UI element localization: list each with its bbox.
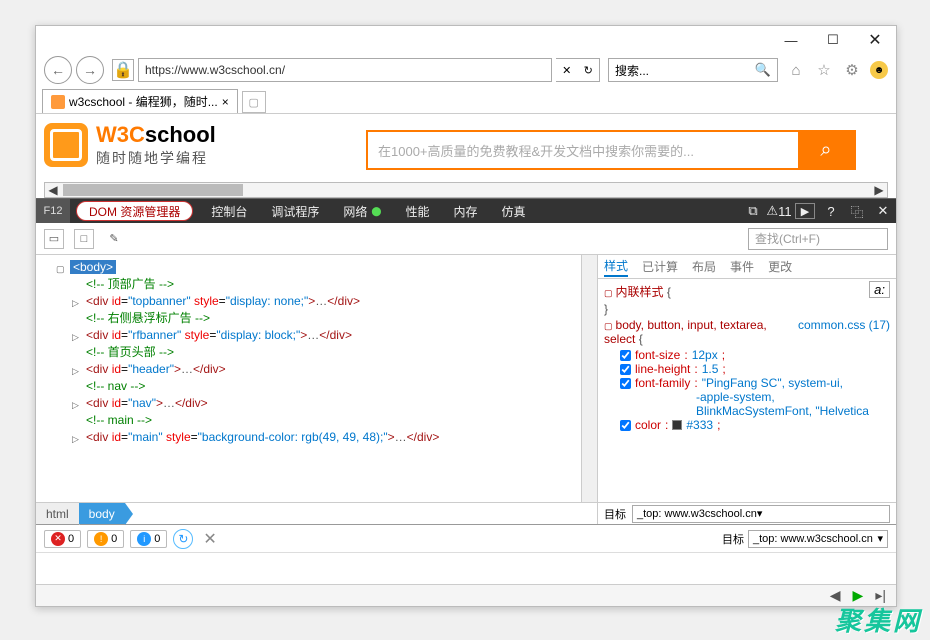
url-controls: ✕ ↻: [556, 58, 600, 82]
select-element-button[interactable]: ▭: [44, 229, 64, 249]
back-button[interactable]: ←: [44, 56, 72, 84]
logo-mark-icon: [44, 123, 88, 167]
favorites-icon[interactable]: ☆: [814, 60, 834, 80]
site-search-input[interactable]: 在1000+高质量的免费教程&开发文档中搜索你需要的...: [368, 132, 798, 168]
browser-search-input[interactable]: 搜索... 🔍: [608, 58, 778, 82]
tab-title: w3cschool - 编程狮，随时...: [69, 93, 218, 110]
browser-window: — ☐ ✕ ← → 🔒 https://www.w3cschool.cn/ ✕ …: [35, 25, 897, 607]
dom-toolbar: ▭ □ ✎ 查找(Ctrl+F): [36, 223, 896, 255]
tab-memory[interactable]: 内存: [441, 199, 489, 223]
devtools: F12 DOM 资源管理器 控制台 调试程序 网络⬤ 性能 内存 仿真 ⧉ ⚠ …: [36, 198, 896, 606]
page-tab[interactable]: w3cschool - 编程狮，随时... ×: [42, 89, 238, 113]
site-search-button[interactable]: ⌕: [798, 132, 854, 168]
dom-scrollbar[interactable]: [581, 255, 597, 502]
console-pane: ✕0 !0 i0 ↻ ✕ 目标 _top: www.w3cschool.cn▾: [36, 524, 896, 584]
search-icon[interactable]: 🔍: [755, 62, 771, 78]
tab-emulation[interactable]: 仿真: [490, 199, 538, 223]
prop-toggle[interactable]: [620, 378, 631, 389]
watermark: 聚集网: [835, 601, 922, 638]
prop-toggle[interactable]: [620, 350, 631, 361]
scroll-left-icon[interactable]: ◀: [45, 183, 61, 197]
tab-close-button[interactable]: ×: [222, 95, 229, 109]
console-toolbar: ✕0 !0 i0 ↻ ✕ 目标 _top: www.w3cschool.cn▾: [36, 525, 896, 553]
forward-button[interactable]: →: [76, 56, 104, 84]
target-label: 目标: [722, 531, 744, 547]
clear-console-button[interactable]: ✕: [203, 529, 216, 549]
scroll-right-icon[interactable]: ▶: [871, 183, 887, 197]
crumb-body[interactable]: body: [79, 503, 125, 524]
crumb-html[interactable]: html: [36, 503, 79, 524]
breadcrumb: html body: [36, 502, 597, 524]
tab-styles[interactable]: 样式: [604, 257, 628, 277]
scroll-thumb[interactable]: [63, 184, 243, 196]
site-logo[interactable]: W3Cschool 随时随地学编程: [44, 122, 216, 168]
help-button[interactable]: ?: [818, 199, 844, 223]
prop-toggle[interactable]: [620, 420, 631, 431]
css-file-link[interactable]: common.css (17): [798, 318, 890, 332]
tab-layout[interactable]: 布局: [692, 258, 716, 275]
devtools-tabs: F12 DOM 资源管理器 控制台 调试程序 网络⬤ 性能 内存 仿真 ⧉ ⚠ …: [36, 199, 896, 223]
style-footer: 目标 _top: www.w3cschool.cn▾: [598, 502, 896, 524]
color-swatch-icon[interactable]: [672, 420, 682, 430]
magnify-icon: ⌕: [820, 139, 831, 162]
devtools-statusbar: ◀ ▶ ▸|: [36, 584, 896, 606]
url-input[interactable]: https://www.w3cschool.cn/: [138, 58, 552, 82]
refresh-icon[interactable]: ↻: [584, 64, 593, 77]
stop-icon[interactable]: ✕: [562, 64, 571, 77]
devtools-close-button[interactable]: ✕: [870, 199, 896, 223]
settings-icon[interactable]: ⚙: [842, 60, 862, 80]
target-label: 目标: [604, 506, 626, 522]
search-placeholder: 搜索...: [615, 62, 649, 79]
find-input[interactable]: 查找(Ctrl+F): [748, 228, 888, 250]
style-rules[interactable]: a: ▢内联样式 { } common.css (17)▢body, butto…: [598, 279, 896, 502]
titlebar: — ☐ ✕: [36, 26, 896, 54]
tab-console[interactable]: 控制台: [199, 199, 259, 223]
screen-icon[interactable]: ⧉: [740, 199, 766, 223]
new-tab-button[interactable]: ▢: [242, 91, 266, 113]
record-icon: ⬤: [371, 206, 381, 217]
highlight-button[interactable]: □: [74, 229, 94, 249]
dom-tree[interactable]: ▢<body> <!-- 顶部广告 --> ▷<div id="topbanne…: [36, 255, 597, 502]
tab-performance[interactable]: 性能: [393, 199, 441, 223]
site-search: 在1000+高质量的免费教程&开发文档中搜索你需要的... ⌕: [366, 130, 856, 170]
tab-dom-explorer[interactable]: DOM 资源管理器: [76, 201, 193, 221]
close-button[interactable]: ✕: [854, 28, 896, 52]
console-output[interactable]: [36, 553, 896, 584]
devtools-main: ▢<body> <!-- 顶部广告 --> ▷<div id="topbanne…: [36, 255, 896, 524]
horizontal-scrollbar[interactable]: ◀ ▶: [44, 182, 888, 198]
logo-text: W3Cschool 随时随地学编程: [96, 122, 216, 168]
f12-badge: F12: [36, 199, 70, 223]
prop-toggle[interactable]: [620, 364, 631, 375]
color-picker-button[interactable]: ✎: [104, 229, 124, 249]
lock-icon: 🔒: [112, 59, 134, 81]
tab-changes[interactable]: 更改: [768, 258, 792, 275]
target-select[interactable]: _top: www.w3cschool.cn▾: [632, 505, 890, 523]
tab-network[interactable]: 网络⬤: [331, 199, 393, 223]
page-viewport: W3Cschool 随时随地学编程 在1000+高质量的免费教程&开发文档中搜索…: [36, 114, 896, 198]
pseudo-toggle[interactable]: a:: [869, 281, 890, 298]
error-count[interactable]: ⚠ 11: [766, 199, 792, 223]
tab-computed[interactable]: 已计算: [642, 258, 678, 275]
style-tabs: 样式 已计算 布局 事件 更改: [598, 255, 896, 279]
console-target-select[interactable]: _top: www.w3cschool.cn▾: [748, 530, 888, 548]
home-icon[interactable]: ⌂: [786, 60, 806, 80]
style-pane: 样式 已计算 布局 事件 更改 a: ▢内联样式 { } common.css …: [598, 255, 896, 524]
minimize-button[interactable]: —: [770, 28, 812, 52]
tab-events[interactable]: 事件: [730, 258, 754, 275]
preserve-log-button[interactable]: ↻: [173, 529, 193, 549]
address-bar: ← → 🔒 https://www.w3cschool.cn/ ✕ ↻ 搜索..…: [36, 54, 896, 86]
error-filter[interactable]: ✕0: [44, 530, 81, 548]
warn-filter[interactable]: !0: [87, 530, 124, 548]
info-filter[interactable]: i0: [130, 530, 167, 548]
maximize-button[interactable]: ☐: [812, 28, 854, 52]
favicon-icon: [51, 95, 65, 109]
dom-pane: ▢<body> <!-- 顶部广告 --> ▷<div id="topbanne…: [36, 255, 598, 524]
pin-button[interactable]: ⿻: [844, 199, 870, 223]
feedback-icon[interactable]: ☻: [870, 61, 888, 79]
dock-button[interactable]: ▶: [792, 199, 818, 223]
tab-strip: w3cschool - 编程狮，随时... × ▢: [36, 86, 896, 114]
tab-debugger[interactable]: 调试程序: [259, 199, 331, 223]
